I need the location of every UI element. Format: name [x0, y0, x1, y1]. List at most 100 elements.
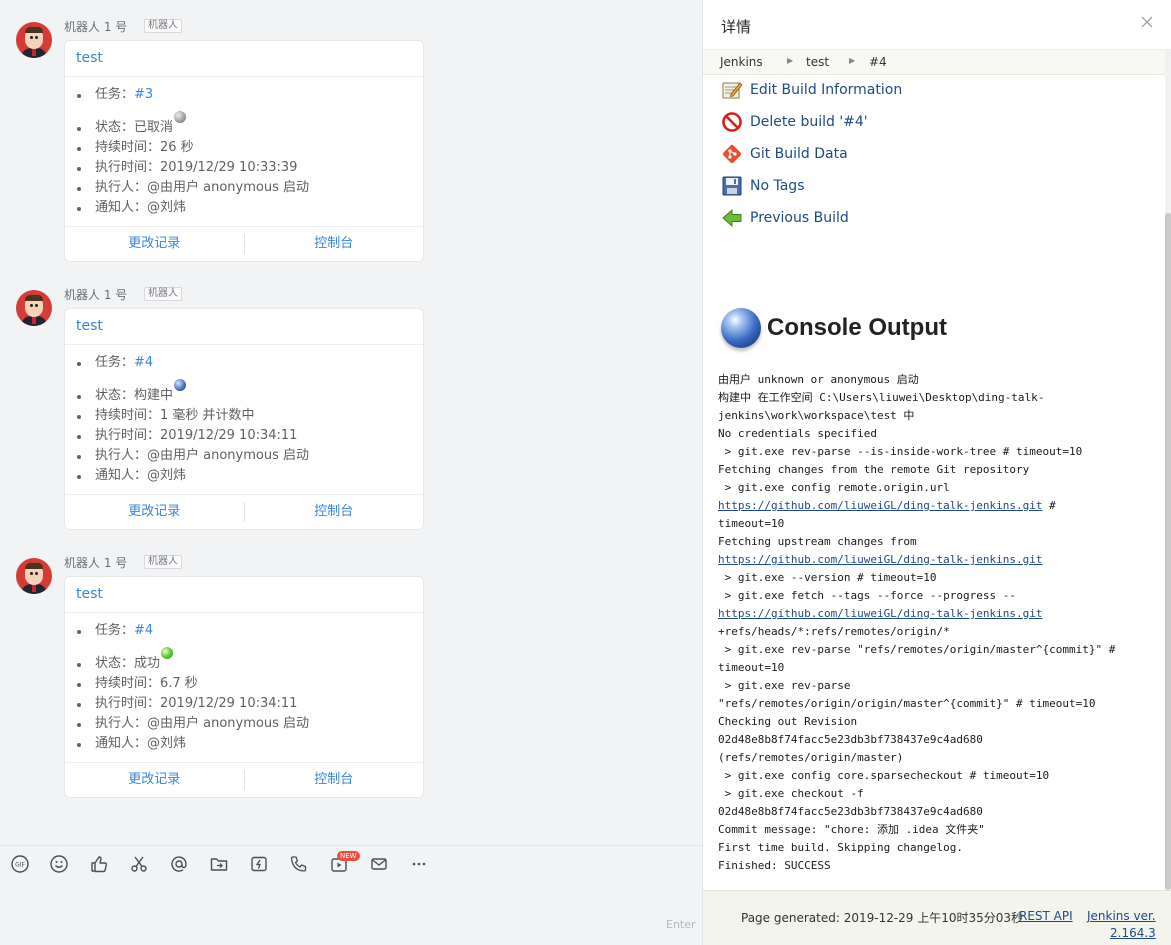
jenkins-version-link[interactable]: Jenkins ver. [1087, 909, 1156, 923]
breadcrumb-build[interactable]: #4 [869, 55, 887, 69]
robot-tag: 机器人 [144, 555, 182, 569]
console-output: 由用户 unknown or anonymous 启动 构建中 在工作空间 C:\… [718, 371, 1158, 875]
card-title[interactable]: test [65, 577, 423, 613]
console-header: Console Output [721, 308, 947, 348]
phone-icon[interactable] [289, 854, 309, 874]
avatar-eye [35, 36, 38, 39]
console-line: First time build. Skipping changelog. [718, 841, 964, 854]
svg-text:GIF: GIF [15, 862, 25, 869]
sender-name[interactable]: 机器人 1 号 [64, 20, 127, 34]
folder-upload-icon[interactable] [209, 854, 229, 874]
task-row: 任务：#4 [65, 621, 423, 643]
console-line: Fetching upstream changes from [718, 535, 917, 548]
avatar-hair [25, 563, 43, 569]
repo-link[interactable]: https://github.com/liuweiGL/ding-talk-je… [718, 499, 1043, 512]
task-link[interactable]: #4 [134, 355, 153, 370]
scissors-icon[interactable] [129, 854, 149, 874]
console-line: Fetching changes from the remote Git rep… [718, 463, 1030, 476]
repo-link[interactable]: https://github.com/liuweiGL/ding-talk-je… [718, 553, 1043, 566]
jenkins-version-number[interactable]: 2.164.3 [1110, 926, 1156, 940]
chat-pane: 机器人 1 号机器人 test 任务：#3 状态：已取消 持续时间：26 秒执行时间：2… [0, 0, 702, 945]
console-line: +refs/heads/*:refs/remotes/origin/* [718, 625, 950, 638]
sender-name[interactable]: 机器人 1 号 [64, 288, 127, 302]
avatar[interactable] [16, 22, 52, 58]
gif-icon[interactable]: GIF [10, 854, 30, 874]
sender-name[interactable]: 机器人 1 号 [64, 556, 127, 570]
card-title[interactable]: test [65, 309, 423, 345]
task-label: No Tags [750, 178, 805, 194]
rest-api-link[interactable]: REST API [1019, 909, 1073, 923]
console-button[interactable]: 控制台 [245, 227, 424, 261]
emoji-icon[interactable] [49, 854, 69, 874]
avatar-eye [35, 572, 38, 575]
page-footer: Page generated: 2019-12-29 上午10时35分03秒 R… [703, 890, 1171, 945]
save-icon [721, 175, 743, 197]
console-line: https://github.com/liuweiGL/ding-talk-je… [718, 605, 1158, 623]
repo-link[interactable]: https://github.com/liuweiGL/ding-talk-je… [718, 607, 1043, 620]
flash-icon[interactable] [249, 854, 269, 874]
task-label: Previous Build [750, 210, 849, 226]
breadcrumb-jenkins[interactable]: Jenkins [720, 55, 763, 69]
task-label: Delete build '#4' [750, 114, 868, 130]
no-entry-icon [721, 111, 743, 133]
scrollbar-thumb[interactable] [1165, 213, 1171, 890]
task-label: 任务： [95, 355, 135, 370]
console-line: timeout=10 [718, 661, 785, 674]
changes-button[interactable]: 更改记录 [65, 763, 244, 797]
task-label: Git Build Data [750, 146, 848, 162]
status-label: 状态： [95, 120, 135, 135]
status-label: 状态： [95, 656, 135, 671]
console-line: Checking out Revision [718, 715, 858, 728]
duration-row: 持续时间：6.7 秒 [65, 674, 423, 694]
build-card: test 任务：#3 状态：已取消 持续时间：26 秒执行时间：2019/12/29 … [64, 40, 424, 262]
avatar-tie [32, 584, 36, 592]
avatar[interactable] [16, 558, 52, 594]
task-link[interactable]: #4 [134, 623, 153, 638]
task-label: 任务： [95, 87, 135, 102]
console-line: > git.exe fetch --tags --force --progres… [718, 589, 1017, 602]
task-row: 任务：#3 [65, 85, 423, 107]
breadcrumb-job[interactable]: test [806, 55, 829, 69]
task-link[interactable]: #3 [134, 87, 153, 102]
status-row: 状态：构建中 [65, 379, 423, 406]
avatar[interactable] [16, 290, 52, 326]
thumbs-up-icon[interactable] [89, 854, 109, 874]
console-title: Console Output [767, 314, 947, 341]
console-line: https://github.com/liuweiGL/ding-talk-je… [718, 497, 1158, 515]
task-edit-build-info[interactable]: Edit Build Information [721, 78, 902, 102]
mention-icon[interactable] [169, 854, 189, 874]
card-actions: 更改记录 控制台 [65, 226, 423, 261]
console-button[interactable]: 控制台 [245, 495, 424, 529]
card-actions: 更改记录 控制台 [65, 762, 423, 797]
status-ball-icon [161, 647, 174, 659]
more-icon[interactable] [409, 854, 429, 874]
changes-button[interactable]: 更改记录 [65, 227, 244, 261]
console-line: > git.exe rev-parse [718, 679, 851, 692]
console-line: timeout=10 [718, 517, 785, 530]
notepad-icon [721, 79, 743, 101]
robot-tag: 机器人 [144, 287, 182, 301]
console-button[interactable]: 控制台 [245, 763, 424, 797]
task-previous-build[interactable]: Previous Build [721, 206, 849, 230]
card-body: 任务：#3 状态：已取消 持续时间：26 秒执行时间：2019/12/29 10:3… [65, 77, 423, 226]
scrollbar[interactable] [1165, 50, 1171, 890]
task-git-build-data[interactable]: Git Build Data [721, 142, 848, 166]
changes-button[interactable]: 更改记录 [65, 495, 244, 529]
enter-hint: Enter [666, 918, 696, 931]
breadcrumb: Jenkins ▶ test ▶ #4 [703, 50, 1171, 75]
mail-icon[interactable] [369, 854, 389, 874]
detail-panel: 详情 Jenkins ▶ test ▶ #4 Edit Build Inform… [702, 0, 1171, 945]
task-delete-build[interactable]: Delete build '#4' [721, 110, 868, 134]
git-icon [721, 143, 743, 165]
console-line: Finished: SUCCESS [718, 859, 831, 872]
close-icon[interactable] [1139, 14, 1155, 32]
console-line: No credentials specified [718, 427, 877, 440]
breadcrumb-arrow-icon: ▶ [787, 56, 794, 65]
breadcrumb-arrow-icon: ▶ [849, 56, 856, 65]
task-no-tags[interactable]: No Tags [721, 174, 804, 198]
console-line: "refs/remotes/origin/origin/master^{comm… [718, 697, 1096, 710]
card-title[interactable]: test [65, 41, 423, 77]
executor-row: 执行人：@由用户 anonymous 启动 [65, 714, 423, 734]
status-row: 状态：成功 [65, 647, 423, 674]
card-body: 任务：#4 状态：构建中 持续时间：1 毫秒 并计数中 执行时间：2019/12/29… [65, 345, 423, 494]
